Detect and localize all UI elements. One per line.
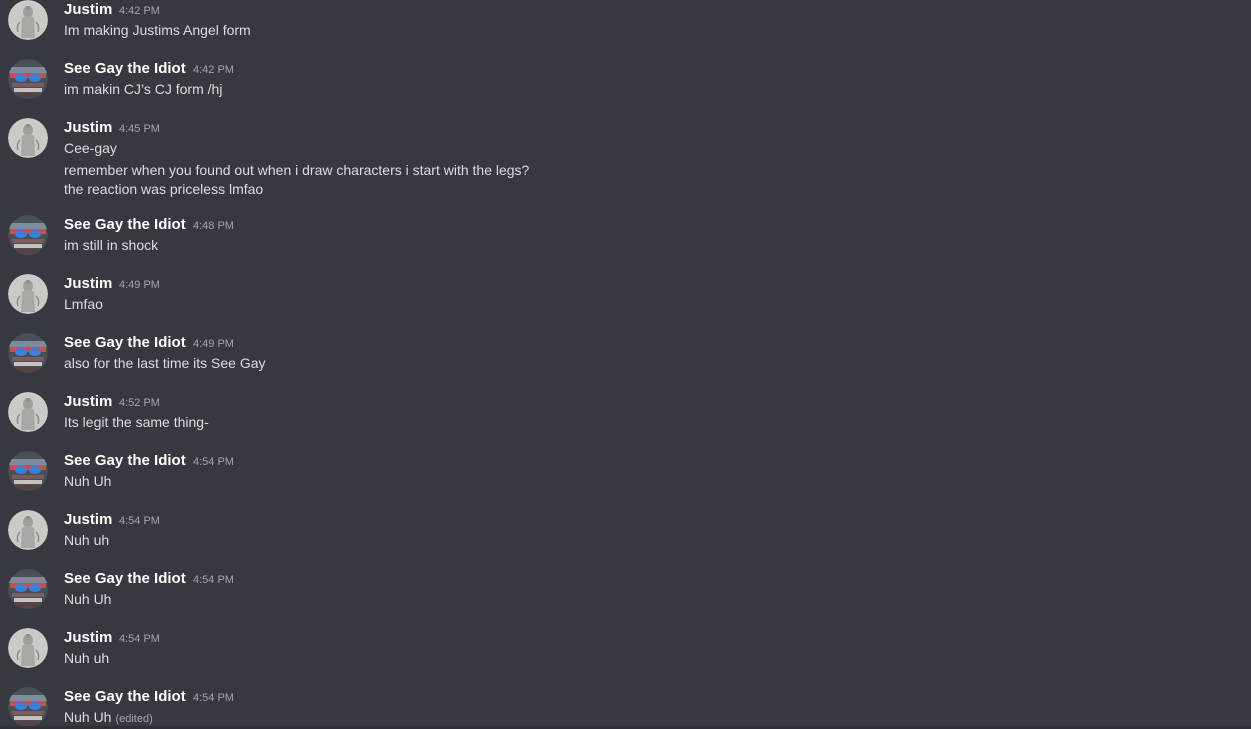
message-text-content: Nuh uh (64, 650, 110, 666)
message-timestamp: 4:48 PM (193, 220, 234, 232)
message-timestamp: 4:42 PM (193, 64, 234, 76)
message-text-content: Nuh uh (64, 532, 110, 548)
message-author[interactable]: See Gay the Idiot (64, 60, 186, 78)
message-author[interactable]: See Gay the Idiot (64, 452, 186, 470)
message-timestamp: 4:52 PM (119, 397, 160, 409)
message-text: Nuh uh (64, 649, 109, 667)
message-text: Im making Justims Angel form (64, 21, 251, 39)
message-author[interactable]: Justim (64, 393, 112, 411)
message-text: Nuh uh (64, 531, 109, 549)
message-text: im still in shock (64, 236, 158, 254)
avatar-see-gay[interactable] (8, 687, 48, 727)
message-text: Nuh Uh (edited) (64, 708, 153, 728)
avatar-see-gay[interactable] (8, 569, 48, 609)
message-text-content: Lmfao (64, 296, 103, 312)
avatar-justim[interactable] (8, 510, 48, 550)
message-author[interactable]: Justim (64, 1, 112, 19)
avatar-justim[interactable] (8, 628, 48, 668)
edited-indicator: (edited) (115, 713, 153, 725)
message-text: also for the last time its See Gay (64, 354, 266, 372)
message-timestamp: 4:49 PM (193, 338, 234, 350)
message-text: im makin CJ’s CJ form /hj (64, 80, 222, 98)
message-timestamp: 4:54 PM (193, 456, 234, 468)
message-author[interactable]: See Gay the Idiot (64, 688, 186, 706)
message-text-content: im still in shock (64, 237, 159, 253)
message-text: remember when you found out when i draw … (64, 161, 529, 179)
avatar-see-gay[interactable] (8, 451, 48, 491)
message-author[interactable]: Justim (64, 275, 112, 293)
message-author[interactable]: Justim (64, 629, 112, 647)
avatar-justim[interactable] (8, 392, 48, 432)
message-text-content: Nuh Uh (64, 473, 112, 489)
message-timestamp: 4:45 PM (119, 123, 160, 135)
avatar-see-gay[interactable] (8, 59, 48, 99)
message-timestamp: 4:42 PM (119, 5, 160, 17)
message-timestamp: 4:54 PM (193, 574, 234, 586)
message-text-content: Nuh Uh (64, 709, 112, 725)
message-text: Its legit the same thing- (64, 413, 209, 431)
avatar-see-gay[interactable] (8, 215, 48, 255)
message-text-content: also for the last time its See Gay (64, 355, 266, 371)
message-text-content: Nuh Uh (64, 591, 112, 607)
message-text: Nuh Uh (64, 472, 111, 490)
message-timestamp: 4:49 PM (119, 279, 160, 291)
message-text-content: the reaction was priceless lmfao (64, 181, 264, 197)
message-text-content: im makin CJ’s CJ form /hj (64, 81, 223, 97)
message-text: Nuh Uh (64, 590, 111, 608)
message-text: the reaction was priceless lmfao (64, 180, 263, 198)
avatar-justim[interactable] (8, 0, 48, 40)
message-author[interactable]: See Gay the Idiot (64, 570, 186, 588)
message-author[interactable]: See Gay the Idiot (64, 334, 186, 352)
message-text-content: Its legit the same thing- (64, 414, 209, 430)
message-timestamp: 4:54 PM (119, 515, 160, 527)
message-text: Cee-gay (64, 139, 117, 157)
message-timestamp: 4:54 PM (119, 633, 160, 645)
message-author[interactable]: Justim (64, 119, 112, 137)
avatar-justim[interactable] (8, 118, 48, 158)
message-author[interactable]: See Gay the Idiot (64, 216, 186, 234)
avatar-justim[interactable] (8, 274, 48, 314)
message-author[interactable]: Justim (64, 511, 112, 529)
message-text-content: remember when you found out when i draw … (64, 162, 530, 178)
message-text-content: Cee-gay (64, 140, 117, 156)
message-text-content: Im making Justims Angel form (64, 22, 251, 38)
message-text: Lmfao (64, 295, 103, 313)
message-timestamp: 4:54 PM (193, 692, 234, 704)
avatar-see-gay[interactable] (8, 333, 48, 373)
